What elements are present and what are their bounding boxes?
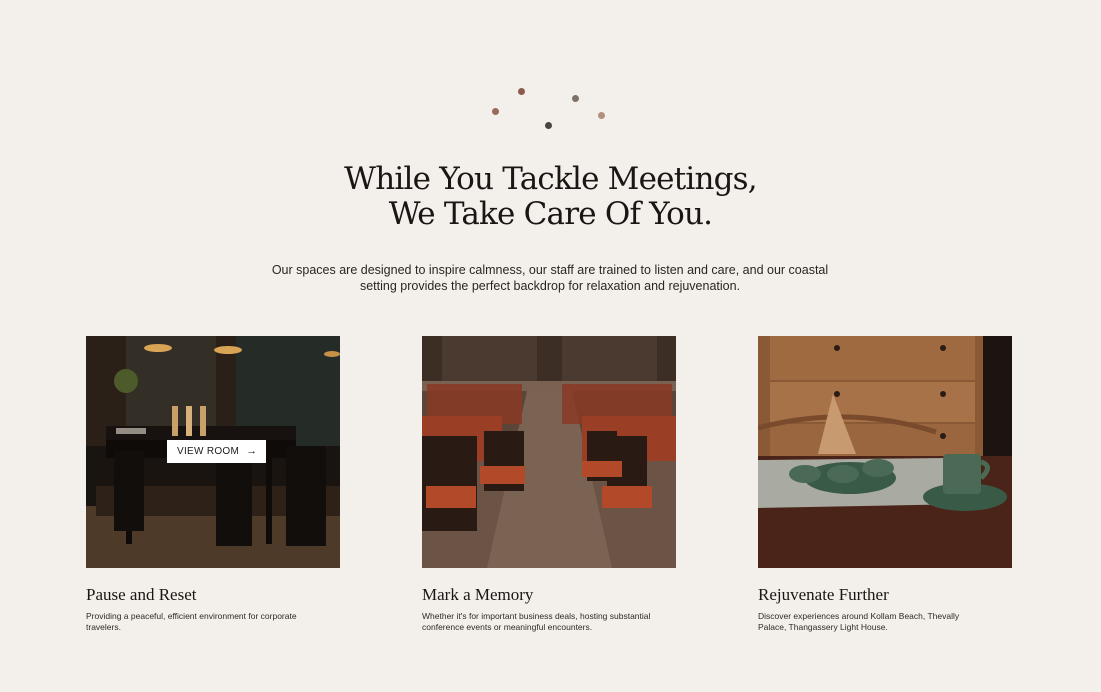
card-title: Mark a Memory	[422, 585, 534, 604]
conference-hall-illustration	[422, 336, 676, 568]
card-description: Providing a peaceful, efficient environm…	[86, 611, 297, 632]
dot-icon	[598, 112, 605, 119]
dot-icon	[572, 95, 579, 102]
card-rejuvenate-further: Rejuvenate Further Discover experiences …	[758, 336, 1012, 633]
dot-icon	[492, 108, 499, 115]
card-pause-and-reset: VIEW ROOM → Pause and Reset Providing a …	[86, 336, 340, 633]
conference-hall-image[interactable]	[422, 336, 676, 568]
decorative-dots	[0, 0, 1101, 140]
card-mark-a-memory: Mark a Memory Whether it's for important…	[422, 336, 676, 633]
intro-text: Our spaces are designed to inspire calmn…	[271, 263, 829, 293]
arrow-right-icon: →	[246, 445, 258, 457]
tea-set-image[interactable]	[758, 336, 1012, 568]
view-room-label: VIEW ROOM	[177, 446, 240, 457]
dot-icon	[545, 122, 552, 129]
headline-line-2: We Take Care Of You.	[388, 196, 713, 232]
section-headline: While You Tackle Meetings, We Take Care …	[0, 162, 1101, 232]
card-title: Rejuvenate Further	[758, 585, 889, 604]
card-description: Whether it's for important business deal…	[422, 611, 651, 632]
dot-icon	[518, 88, 525, 95]
dining-room-image[interactable]: VIEW ROOM →	[86, 336, 340, 568]
card-description: Discover experiences around Kollam Beach…	[758, 611, 960, 632]
tea-set-illustration	[758, 336, 1012, 568]
headline-line-1: While You Tackle Meetings,	[344, 161, 758, 197]
view-room-button[interactable]: VIEW ROOM →	[167, 440, 267, 463]
card-title: Pause and Reset	[86, 585, 197, 604]
